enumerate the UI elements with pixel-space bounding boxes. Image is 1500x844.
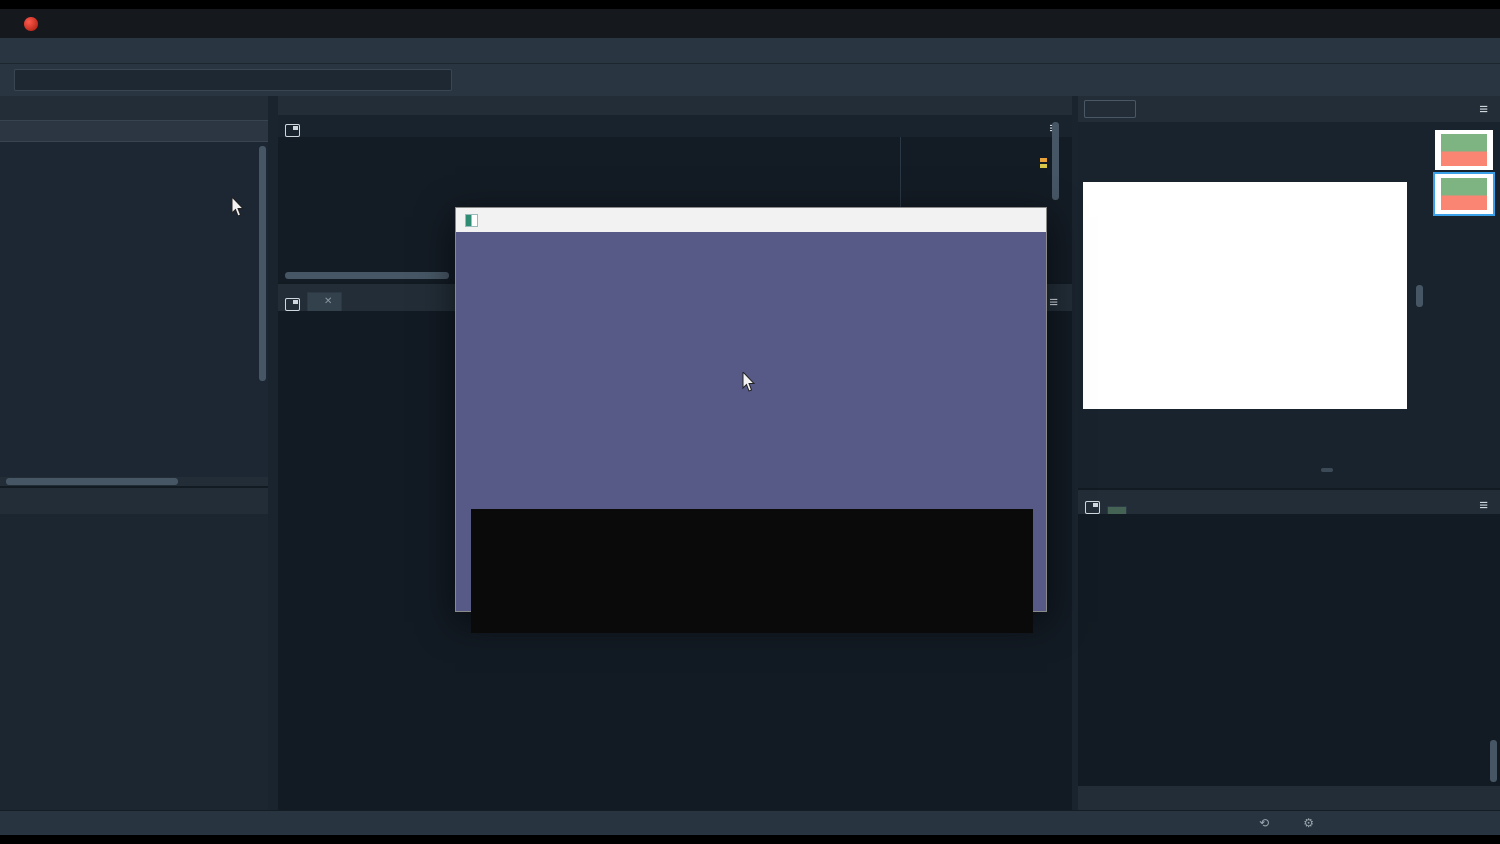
history-pane: ≡ [1078,488,1500,810]
working-directory-input[interactable] [14,69,452,91]
browse-tabs-icon[interactable] [285,298,300,311]
files-list [0,142,268,477]
history-bottom-tabs [1078,786,1500,810]
plot-thumbnail[interactable] [1435,130,1493,170]
statusbar: ⟲ ⚙ [0,810,1500,835]
ensemble-classifier-chart [1083,182,1407,409]
tab-variable-explorer[interactable] [1234,468,1246,472]
browse-tabs-icon[interactable] [1085,501,1100,514]
cpu-percent-chart [471,509,1033,633]
plots-toolbar: ≡ [1078,96,1500,122]
history-vertical-scrollbar[interactable] [1490,740,1497,782]
history-file-tab[interactable] [1107,506,1127,514]
top-black-strip [0,0,1500,9]
files-vertical-scrollbar[interactable] [259,146,266,381]
files-pane-toolbar [0,96,268,120]
matplotlib-figure [1083,182,1407,409]
browse-tabs-icon[interactable] [285,124,300,137]
history-content [1078,514,1500,786]
warning-marker [1040,158,1047,162]
menubar [0,38,1500,64]
console-tab[interactable]: ✕ [307,292,342,311]
cpu-usage-value [479,379,649,427]
files-horizontal-scrollbar[interactable] [6,478,178,485]
system-monitor-app-icon [465,214,478,227]
tab-plots[interactable] [1321,468,1333,472]
files-header-row [0,120,268,142]
spyder-logo-icon [24,17,38,31]
plots-options-menu-icon[interactable]: ≡ [1479,101,1488,118]
plots-pane [1078,122,1500,466]
right-pane-tabs [1078,466,1500,488]
plots-splitter-handle[interactable] [1416,285,1423,307]
plots-zoom-level[interactable] [1084,100,1136,118]
system-monitor-window [455,207,1047,612]
outline-pane-toolbar [0,488,268,514]
editor-tabbar: ≡ [278,115,1072,137]
spyder-window: ≡ ✕ ≡ ≡ [0,0,1500,844]
ram-usage-value [852,379,1022,427]
editor-horizontal-scrollbar[interactable] [285,272,449,279]
lsp-status-icon: ⟲ [1259,816,1269,830]
bottom-black-strip [0,835,1500,844]
conda-env-icon: ⚙ [1303,816,1314,830]
outline-pane [0,486,268,810]
plot-thumbnail-selected[interactable] [1435,174,1493,214]
titlebar [0,9,1500,38]
history-options-menu-icon[interactable]: ≡ [1479,497,1488,514]
system-monitor-titlebar[interactable] [456,208,1046,232]
editor-vertical-scrollbar[interactable] [1052,122,1059,200]
show-ram-graph-button[interactable] [712,417,802,439]
close-tab-icon[interactable]: ✕ [324,296,332,307]
main-toolbar [0,64,1500,96]
warning-marker [1040,164,1047,168]
files-pane [0,96,268,486]
show-cpu-graph-button[interactable] [712,386,802,408]
console-options-menu-icon[interactable]: ≡ [1049,294,1058,311]
history-tabbar: ≡ [1078,490,1500,514]
